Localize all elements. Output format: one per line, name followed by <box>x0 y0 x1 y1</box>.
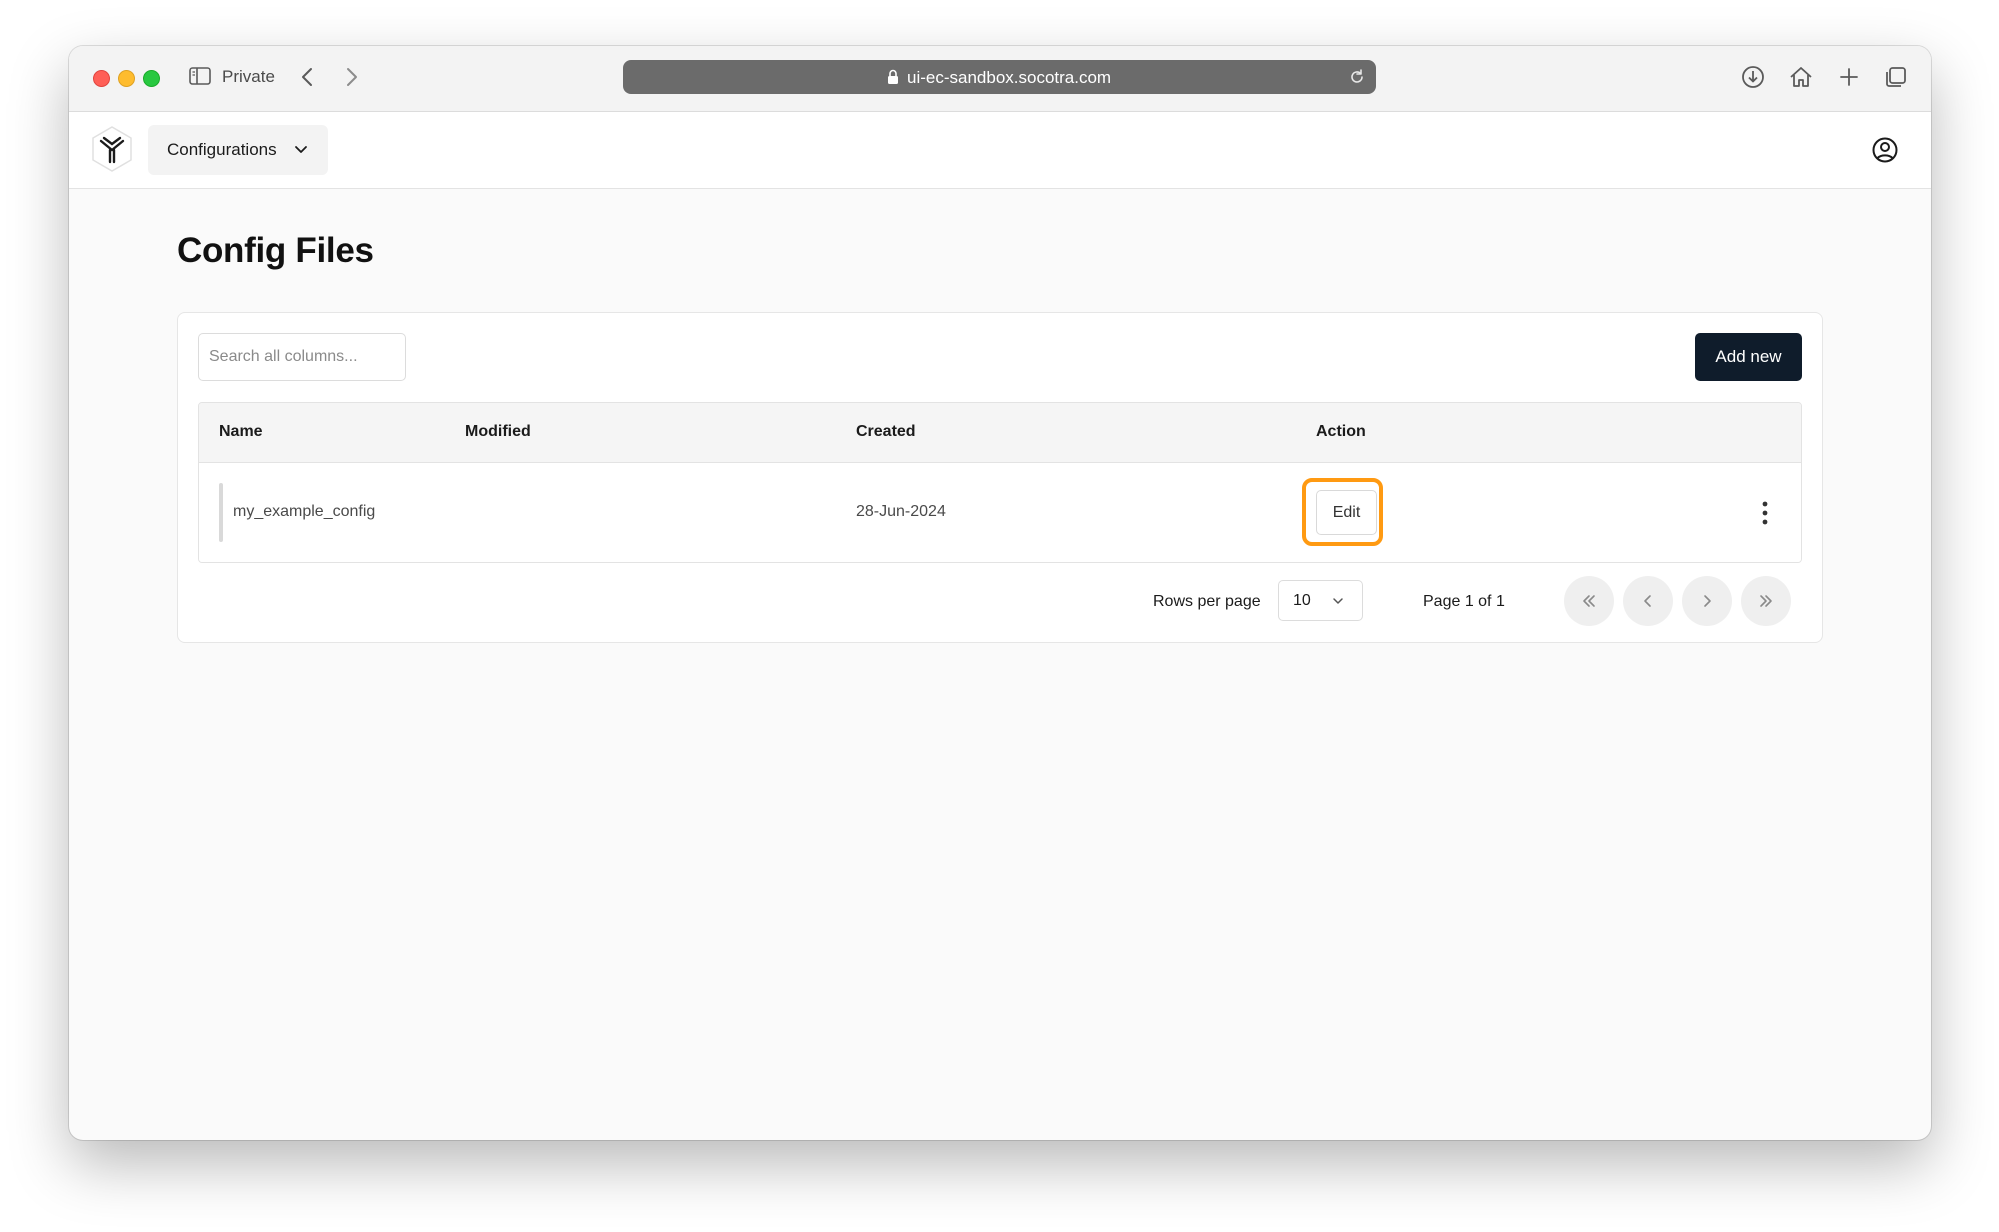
minimize-window-button[interactable] <box>118 70 135 87</box>
table-row: my_example_config 28-Jun-2024 Edit <box>199 463 1801 562</box>
edit-button[interactable]: Edit <box>1316 490 1377 535</box>
app-header: Configurations <box>69 112 1931 189</box>
column-header-action: Action <box>1316 423 1366 440</box>
double-chevron-left-icon <box>1583 595 1595 607</box>
row-indicator <box>219 483 223 542</box>
configurations-menu[interactable]: Configurations <box>148 125 328 175</box>
add-new-button[interactable]: Add new <box>1695 333 1802 381</box>
reload-icon[interactable] <box>1348 68 1366 86</box>
tab-overview-icon[interactable] <box>1883 63 1909 91</box>
first-page-button[interactable] <box>1564 576 1614 626</box>
address-bar[interactable]: ui-ec-sandbox.socotra.com <box>623 60 1376 94</box>
chevron-left-icon <box>1644 595 1651 607</box>
account-icon[interactable] <box>1871 136 1899 164</box>
browser-toolbar: Private ui-ec-sandbox.socotra.com <box>69 46 1931 112</box>
private-label: Private <box>222 67 275 86</box>
zoom-window-button[interactable] <box>143 70 160 87</box>
configurations-menu-label: Configurations <box>167 140 277 159</box>
column-header-created[interactable]: Created <box>856 423 916 441</box>
browser-window: Private ui-ec-sandbox.socotra.com Config… <box>69 46 1931 1140</box>
rows-per-page-label: Rows per page <box>1153 593 1261 610</box>
double-chevron-right-icon <box>1760 595 1772 607</box>
next-page-button[interactable] <box>1682 576 1732 626</box>
rows-per-page-value: 10 <box>1293 592 1311 609</box>
back-icon[interactable] <box>298 66 318 88</box>
sidebar-toggle-icon[interactable] <box>189 67 211 85</box>
chevron-down-icon <box>295 146 307 153</box>
column-header-name[interactable]: Name <box>219 423 263 441</box>
url-text: ui-ec-sandbox.socotra.com <box>907 68 1112 87</box>
search-input[interactable] <box>198 333 406 381</box>
new-tab-icon[interactable] <box>1836 63 1862 91</box>
created-cell: 28-Jun-2024 <box>856 503 946 520</box>
download-icon[interactable] <box>1740 63 1766 91</box>
forward-icon[interactable] <box>341 66 361 88</box>
column-header-modified[interactable]: Modified <box>465 423 531 441</box>
config-files-card: Add new Name Modified Created Action my_… <box>177 312 1823 643</box>
more-options-icon[interactable] <box>1762 501 1768 525</box>
socotra-logo-icon[interactable] <box>89 124 135 174</box>
page-title: Config Files <box>177 231 374 270</box>
config-files-table: Name Modified Created Action my_example_… <box>198 402 1802 563</box>
config-name-cell[interactable]: my_example_config <box>233 503 375 521</box>
close-window-button[interactable] <box>93 70 110 87</box>
home-icon[interactable] <box>1788 63 1814 91</box>
lock-icon <box>888 69 898 84</box>
last-page-button[interactable] <box>1741 576 1791 626</box>
chevron-right-icon <box>1704 595 1711 607</box>
rows-per-page-select[interactable]: 10 <box>1278 580 1363 621</box>
previous-page-button[interactable] <box>1623 576 1673 626</box>
chevron-down-icon <box>1333 598 1343 604</box>
page-indicator: Page 1 of 1 <box>1423 593 1505 610</box>
table-header: Name Modified Created Action <box>199 403 1801 463</box>
